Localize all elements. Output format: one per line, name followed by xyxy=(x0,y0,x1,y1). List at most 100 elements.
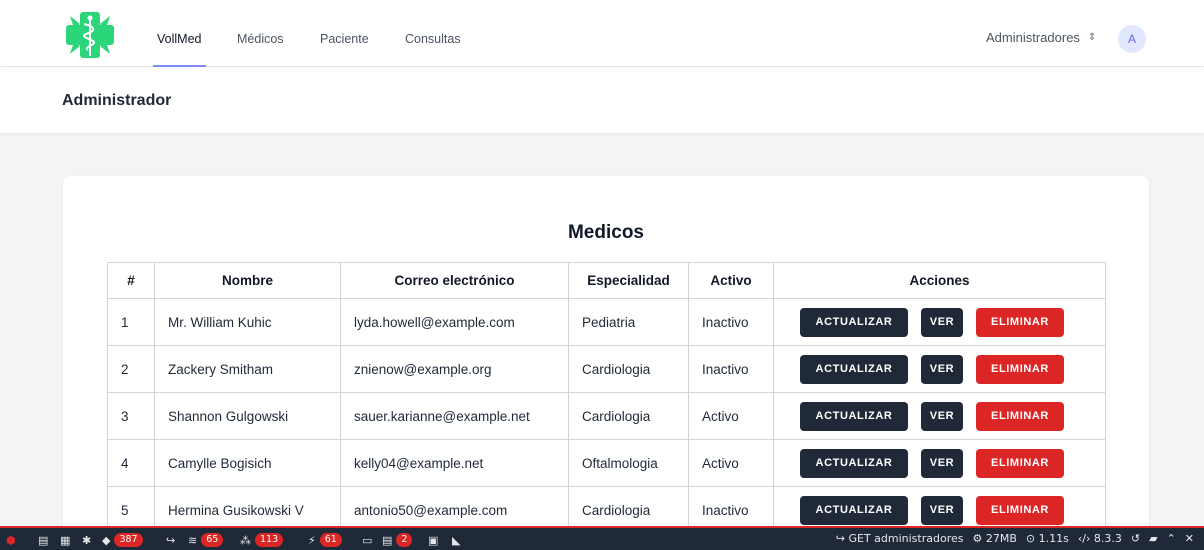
delete-button[interactable]: ELIMINAR xyxy=(976,307,1064,337)
update-button[interactable]: ACTUALIZAR xyxy=(800,354,908,384)
clock-icon: ⊙ xyxy=(1025,532,1036,545)
cell-name: Shannon Gulgowski xyxy=(154,392,341,440)
chevron-up-icon[interactable]: ⌃ xyxy=(1167,532,1176,545)
column-header-name: Nombre xyxy=(154,262,341,299)
php-version-label: 8.3.3 xyxy=(1093,532,1122,545)
cell-id: 3 xyxy=(107,392,155,440)
cache-tab[interactable]: ▤ 2 xyxy=(382,532,413,548)
messages-tab[interactable]: ▤ xyxy=(38,532,48,548)
update-button[interactable]: ACTUALIZAR xyxy=(800,495,908,525)
cell-email: kelly04@example.net xyxy=(340,439,569,487)
views-tab[interactable]: ◆ 387 xyxy=(102,532,143,548)
memory-info: ⚙ 27MB xyxy=(972,532,1016,545)
card-title: Medicos xyxy=(567,222,645,243)
view-button[interactable]: VER xyxy=(921,307,963,337)
cell-specialty: Cardiologia xyxy=(568,392,689,440)
cell-active: Activo xyxy=(688,439,774,487)
nav-link-paciente[interactable]: Paciente xyxy=(320,31,369,47)
cell-email: lyda.howell@example.com xyxy=(340,298,569,346)
cell-active: Inactivo xyxy=(688,298,774,346)
cell-id: 2 xyxy=(107,345,155,393)
queries-tab[interactable]: ≋ 65 xyxy=(188,532,224,548)
laravel-icon[interactable]: ⬢ xyxy=(6,532,16,548)
tag-icon: ◣ xyxy=(452,533,461,547)
list-icon: ▤ xyxy=(38,533,49,547)
queries-count-badge: 65 xyxy=(201,533,224,547)
table-row: 3 Shannon Gulgowski sauer.karianne@examp… xyxy=(107,392,1106,440)
views-count-badge: 387 xyxy=(114,533,143,547)
table-row: 2 Zackery Smitham znienow@example.org Ca… xyxy=(107,345,1106,393)
cell-name: Camylle Bogisich xyxy=(154,439,341,487)
cell-id: 4 xyxy=(107,439,155,487)
memory-label: 27MB xyxy=(985,532,1017,545)
code-icon: ‹/› xyxy=(1077,532,1091,545)
timeline-tab[interactable]: ▦ xyxy=(60,532,70,548)
cell-email: znienow@example.org xyxy=(340,345,569,393)
page-header: Administrador xyxy=(0,67,1204,133)
table-header-row: # Nombre Correo electrónico Especialidad… xyxy=(107,262,1106,299)
update-button[interactable]: ACTUALIZAR xyxy=(800,401,908,431)
column-header-number: # xyxy=(107,262,155,299)
column-header-specialty: Especialidad xyxy=(568,262,689,299)
close-icon[interactable]: ✕ xyxy=(1185,532,1194,545)
exceptions-tab[interactable]: ✱ xyxy=(82,532,91,548)
file-icon: ▣ xyxy=(428,533,439,547)
table-row: 1 Mr. William Kuhic lyda.howell@example.… xyxy=(107,298,1106,346)
folder-icon[interactable]: ▰ xyxy=(1149,532,1157,545)
view-button[interactable]: VER xyxy=(921,448,963,478)
view-button[interactable]: VER xyxy=(921,354,963,384)
column-header-active: Activo xyxy=(688,262,774,299)
cubes-icon: ⁂ xyxy=(240,533,251,547)
tags-tab[interactable]: ◣ xyxy=(452,532,460,548)
update-button[interactable]: ACTUALIZAR xyxy=(800,307,908,337)
column-header-email: Correo electrónico xyxy=(340,262,569,299)
update-button[interactable]: ACTUALIZAR xyxy=(800,448,908,478)
history-icon[interactable]: ↺ xyxy=(1131,532,1140,545)
cache-count-badge: 2 xyxy=(396,533,413,547)
cell-actions: ACTUALIZAR VER ELIMINAR xyxy=(773,345,1106,393)
nav-link-consultas[interactable]: Consultas xyxy=(405,31,461,47)
session-tab[interactable]: ▭ xyxy=(362,532,372,548)
cell-email: sauer.karianne@example.net xyxy=(340,392,569,440)
avatar[interactable]: A xyxy=(1118,25,1146,53)
request-tab[interactable]: ▣ xyxy=(428,532,438,548)
table-row: 4 Camylle Bogisich kelly04@example.net O… xyxy=(107,439,1106,487)
cell-specialty: Cardiologia xyxy=(568,345,689,393)
doctors-table: # Nombre Correo electrónico Especialidad… xyxy=(107,262,1106,534)
timeline-icon: ▦ xyxy=(60,533,71,547)
models-count-badge: 113 xyxy=(255,533,284,547)
request-info[interactable]: ↪ GET administradores xyxy=(836,532,964,545)
delete-button[interactable]: ELIMINAR xyxy=(976,354,1064,384)
bolt-icon: ⚡ xyxy=(308,533,316,547)
models-tab[interactable]: ⁂ 113 xyxy=(240,532,284,548)
bug-icon: ✱ xyxy=(82,533,92,547)
delete-button[interactable]: ELIMINAR xyxy=(976,448,1064,478)
events-tab[interactable]: ⚡ 61 xyxy=(308,532,342,548)
cell-name: Mr. William Kuhic xyxy=(154,298,341,346)
view-button[interactable]: VER xyxy=(921,401,963,431)
request-label: GET administradores xyxy=(848,532,964,545)
chevron-updown-icon: ⇕ xyxy=(1087,32,1097,43)
delete-button[interactable]: ELIMINAR xyxy=(976,495,1064,525)
cell-specialty: Oftalmologia xyxy=(568,439,689,487)
cell-active: Inactivo xyxy=(688,345,774,393)
view-button[interactable]: VER xyxy=(921,495,963,525)
delete-button[interactable]: ELIMINAR xyxy=(976,401,1064,431)
column-header-actions: Acciones xyxy=(773,262,1106,299)
user-menu-dropdown[interactable]: Administradores ⇕ xyxy=(986,30,1096,45)
top-navigation: VollMed Médicos Paciente Consultas Admin… xyxy=(0,0,1204,67)
database-icon: ≋ xyxy=(188,533,198,547)
nav-link-medicos[interactable]: Médicos xyxy=(237,31,284,47)
nav-link-vollmed[interactable]: VollMed xyxy=(157,31,201,47)
cell-actions: ACTUALIZAR VER ELIMINAR xyxy=(773,439,1106,487)
route-tab[interactable]: ↪ xyxy=(166,532,175,548)
inbox-icon: ▭ xyxy=(362,533,373,547)
page-title: Administrador xyxy=(62,92,172,109)
events-count-badge: 61 xyxy=(319,533,342,547)
cell-specialty: Pediatria xyxy=(568,298,689,346)
php-version-info: ‹/› 8.3.3 xyxy=(1078,532,1122,545)
leaf-icon: ◆ xyxy=(102,533,111,547)
logo-caduceus-icon[interactable] xyxy=(62,10,118,60)
cell-name: Zackery Smitham xyxy=(154,345,341,393)
debug-bar: ⬢ ▤ ▦ ✱ ◆ 387 ↪ ≋ 65 ⁂ 113 ⚡ 61 ▭ ▤ 2 ▣ … xyxy=(0,526,1204,550)
